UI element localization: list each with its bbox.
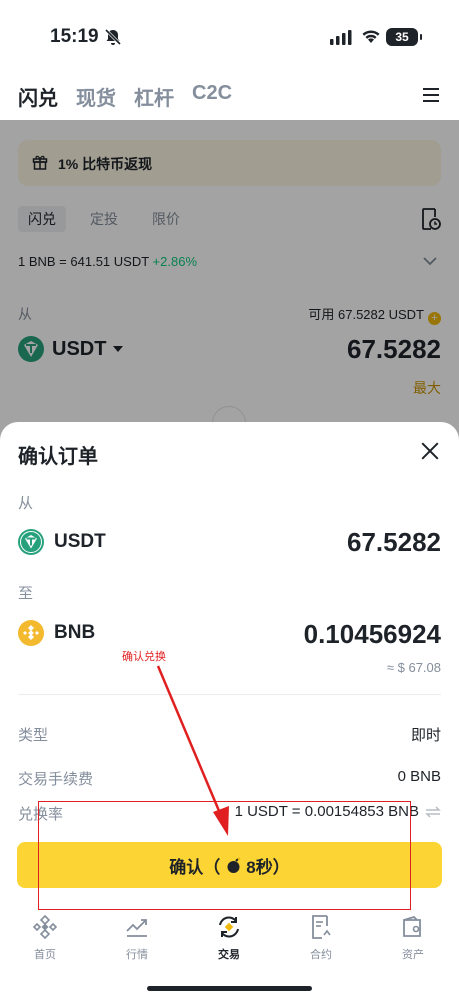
bnb-icon — [18, 620, 44, 646]
to-asset-name: BNB — [54, 622, 96, 643]
nav-assets-label: 资产 — [402, 949, 424, 961]
annotation-label: 确认兑换 — [122, 651, 166, 663]
fee-label: 交易手续费 — [18, 771, 94, 788]
nav-trade[interactable]: 交易 — [199, 914, 259, 962]
fee-value: 0 BNB — [397, 768, 441, 785]
nav-futures-label: 合约 — [310, 949, 332, 961]
wallet-icon — [403, 915, 421, 937]
from-asset-name: USDT — [54, 531, 106, 552]
chart-icon — [126, 919, 147, 937]
menu-icon[interactable] — [423, 88, 439, 102]
divider — [18, 694, 441, 695]
home-indicator — [147, 986, 312, 991]
to-asset: BNB — [18, 620, 95, 646]
bottom-nav: 首页 行情 交易 合约 资产 — [0, 908, 459, 978]
annotation-box — [38, 801, 411, 910]
status-bar: 15:19 35 — [0, 0, 459, 70]
nav-trade-label: 交易 — [218, 949, 240, 961]
futures-icon — [312, 915, 331, 939]
to-label: 至 — [18, 585, 34, 602]
to-approx-usd: ≈ $ 67.08 — [386, 660, 441, 675]
sheet-title: 确认订单 — [18, 446, 98, 468]
from-amount: 67.5282 — [347, 527, 441, 557]
top-nav: 闪兑 现货 杠杆 C2C — [18, 82, 443, 112]
swap-rate-icon[interactable] — [425, 806, 441, 818]
tab-spot[interactable]: 现货 — [76, 82, 116, 111]
nav-futures[interactable]: 合约 — [291, 914, 351, 962]
signal-icon — [330, 30, 352, 45]
to-amount: 0.10456924 — [303, 619, 441, 649]
status-time: 15:19 — [50, 26, 99, 47]
from-asset: USDT — [18, 529, 106, 555]
nav-home-label: 首页 — [34, 949, 56, 961]
wifi-icon — [362, 30, 380, 43]
tab-convert[interactable]: 闪兑 — [18, 82, 58, 111]
binance-logo-icon — [32, 914, 58, 940]
nav-home[interactable]: 首页 — [15, 914, 75, 962]
type-value: 即时 — [410, 727, 441, 744]
type-label: 类型 — [18, 727, 49, 744]
nav-markets-label: 行情 — [126, 949, 148, 961]
nav-markets[interactable]: 行情 — [107, 914, 167, 962]
bell-muted-icon — [104, 28, 122, 46]
usdt-icon — [18, 529, 44, 555]
trade-icon — [219, 916, 239, 938]
nav-assets[interactable]: 资产 — [383, 914, 443, 962]
tab-margin[interactable]: 杠杆 — [134, 82, 174, 111]
from-label: 从 — [18, 495, 34, 512]
battery-icon: 35 — [386, 28, 422, 46]
tab-c2c[interactable]: C2C — [192, 82, 232, 105]
close-icon[interactable] — [421, 442, 439, 460]
